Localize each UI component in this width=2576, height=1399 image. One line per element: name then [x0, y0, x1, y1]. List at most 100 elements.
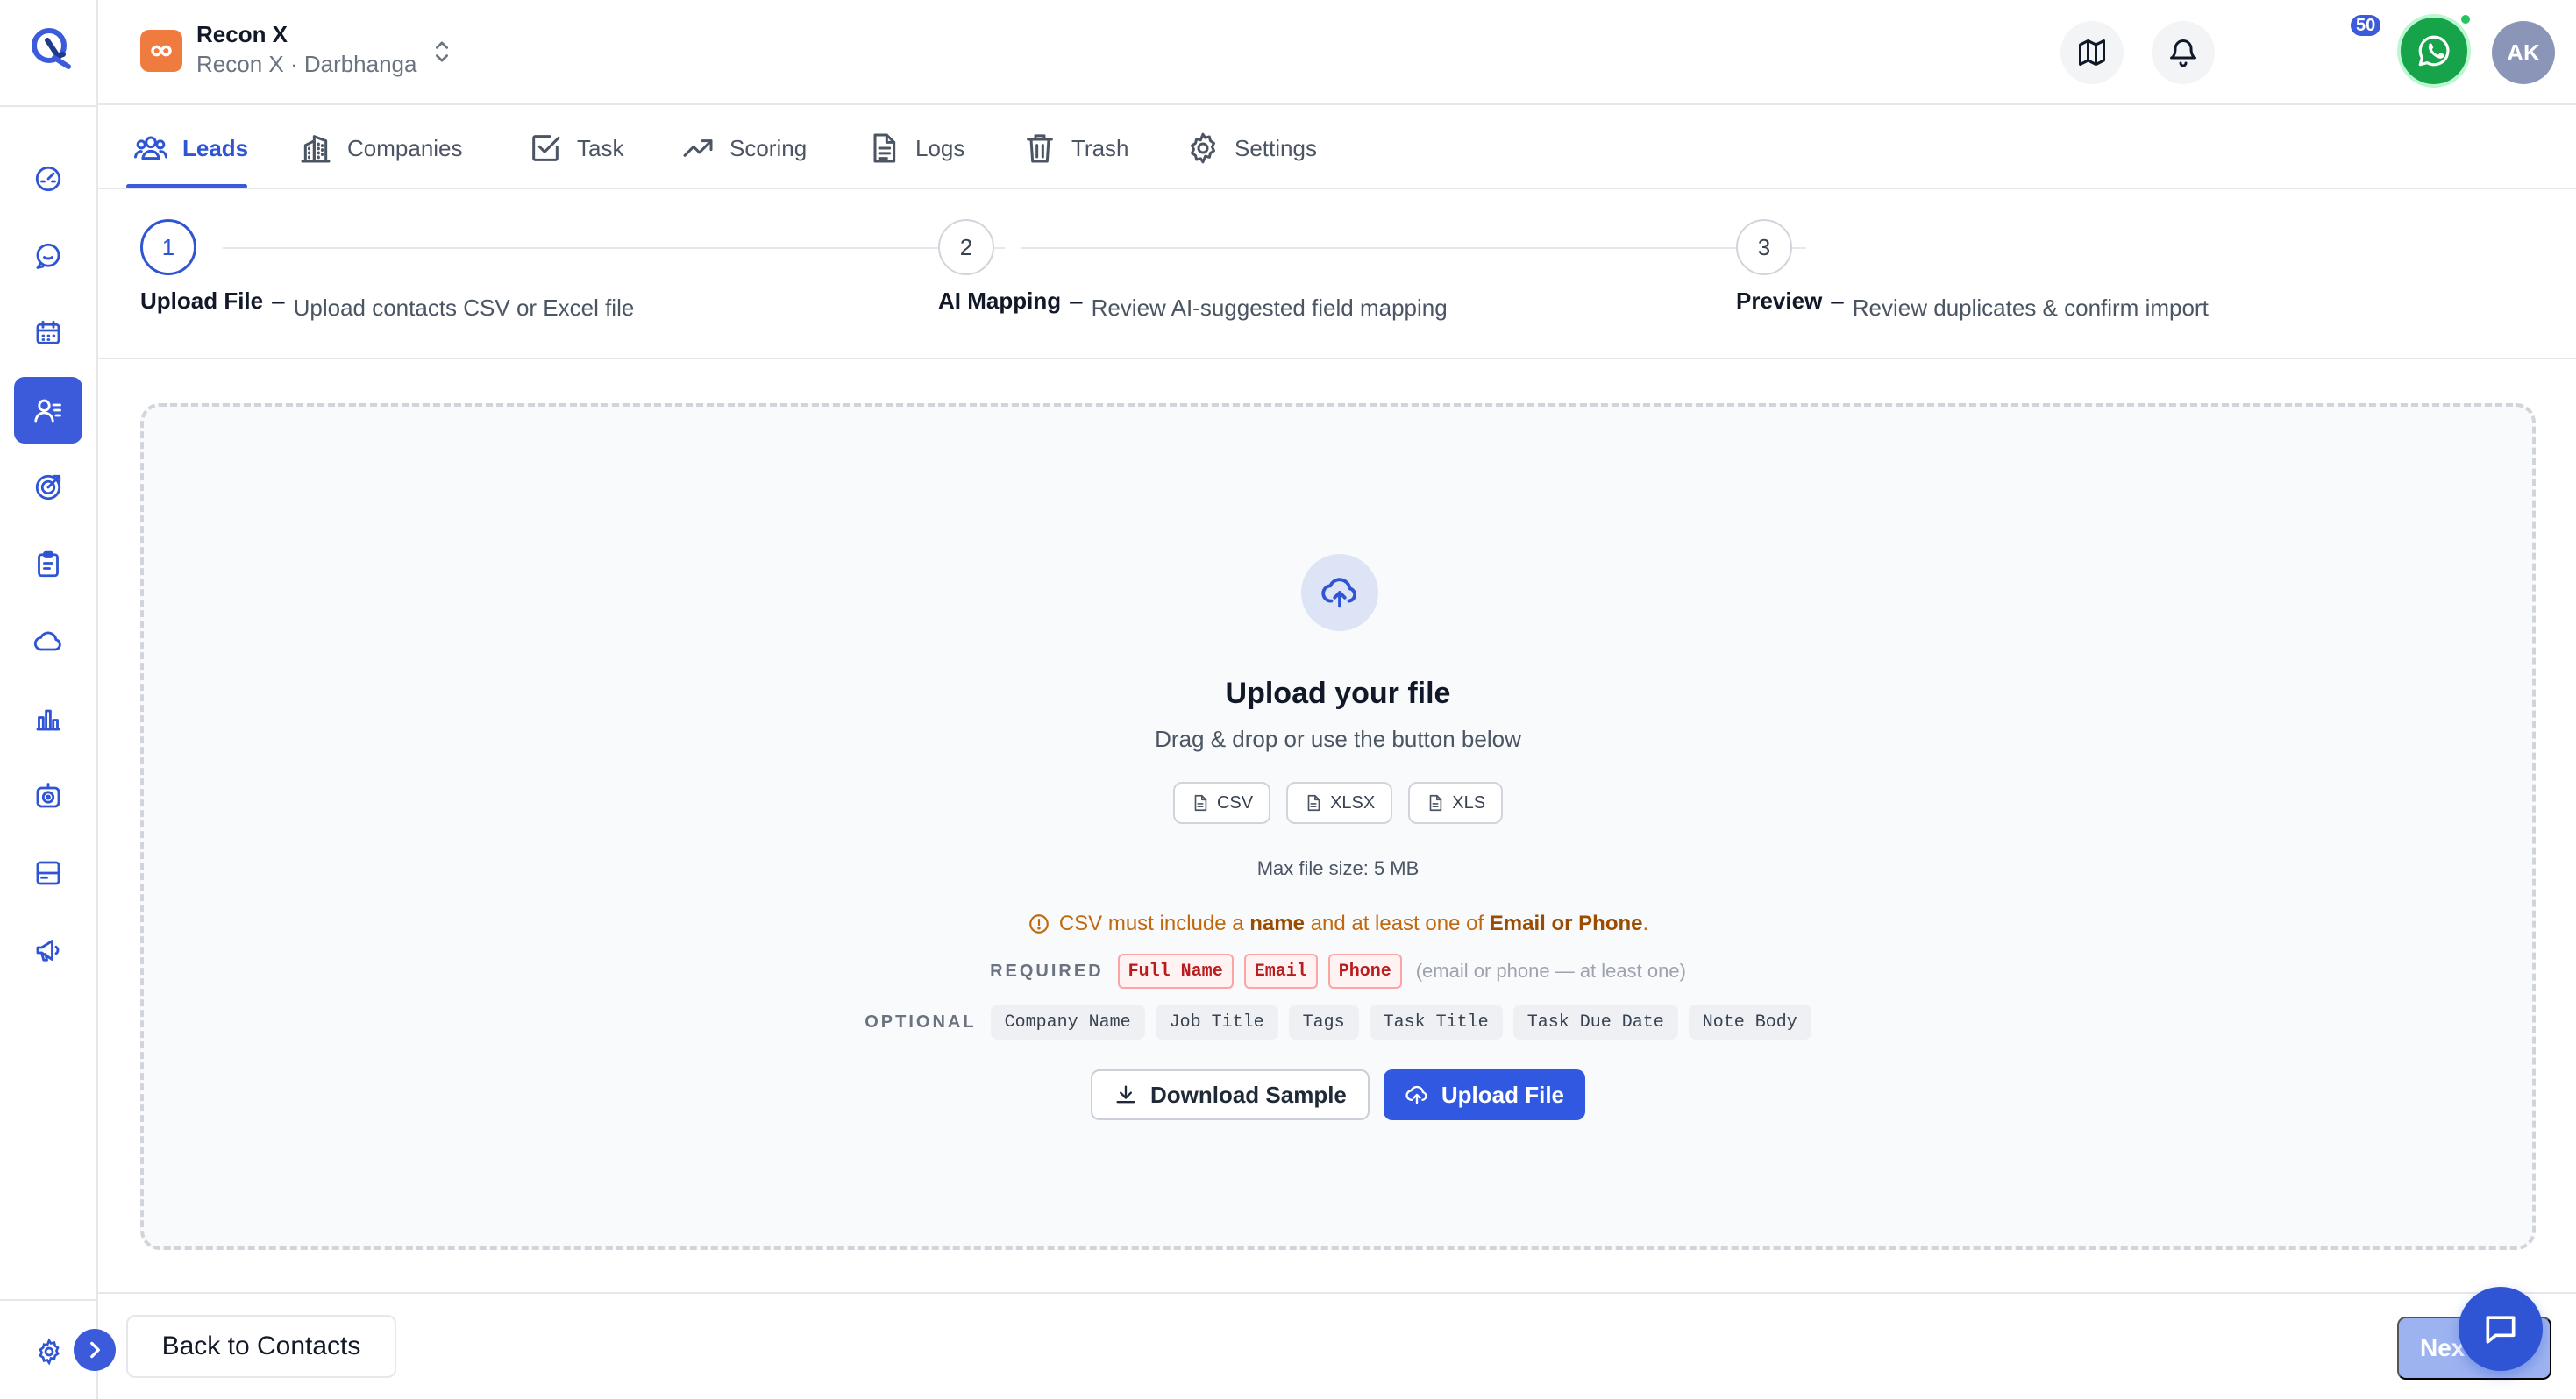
step-3-indicator: 3 [1736, 219, 1792, 275]
csv-requirement-warning: CSV must include a name and at least one… [144, 912, 2532, 936]
format-label: CSV [1216, 792, 1254, 813]
notification-count-badge: 50 [2348, 12, 2384, 39]
app-logo-icon[interactable] [28, 23, 72, 74]
step-separator: – [1831, 288, 1844, 314]
format-chip-xlsx: XLSX [1286, 782, 1393, 824]
upload-subtitle: Drag & drop or use the button below [1155, 726, 1521, 752]
rail-nav-clipboard[interactable] [14, 531, 82, 598]
step-description: Upload contacts CSV or Excel file [293, 295, 635, 321]
rail-nav-contacts[interactable] [14, 377, 82, 444]
cloud-icon [33, 631, 61, 651]
format-label: XLSX [1330, 792, 1376, 813]
upload-title: Upload your file [1225, 677, 1451, 710]
rail-nav-calendar[interactable] [14, 300, 82, 366]
download-sample-label: Download Sample [1149, 1081, 1347, 1108]
module-tabs: Leads Companies Task Scoring Logs Trash Settin… [98, 107, 2576, 189]
rail-nav-megaphone[interactable] [14, 917, 82, 984]
dashboard-icon [35, 166, 61, 192]
map-button[interactable] [2060, 21, 2124, 84]
optional-fields-row: OPTIONAL Company Name Job Title Tags Task T… [144, 1005, 2532, 1040]
contacts-icon [34, 399, 61, 423]
tab-checkbox[interactable]: Task [528, 107, 623, 189]
tab-building[interactable]: Companies [298, 107, 463, 189]
support-chat-button[interactable] [2459, 1287, 2543, 1371]
optional-field-chip: Task Title [1369, 1005, 1503, 1040]
back-to-contacts-button[interactable]: Back to Contacts [126, 1315, 396, 1378]
optional-field-chip: Company Name [990, 1005, 1145, 1040]
optional-field-chip: Job Title [1155, 1005, 1278, 1040]
warning-text: and at least one of [1304, 912, 1490, 935]
required-field-chip: Email [1243, 954, 1318, 989]
max-file-size: Max file size: 5 MB [1256, 857, 1420, 879]
upload-cloud-icon [1405, 1085, 1427, 1104]
file-dropzone[interactable]: Upload your file Drag & drop or use the … [140, 403, 2536, 1250]
footer-divider [98, 1292, 2576, 1294]
file-icon [1429, 794, 1442, 812]
tab-trash[interactable]: Trash [1022, 107, 1129, 189]
format-label: XLS [1452, 792, 1486, 813]
rail-nav-target[interactable] [14, 454, 82, 521]
format-chip-csv: CSV [1172, 782, 1271, 824]
tab-label: Scoring [729, 134, 808, 161]
rail-nav-chat[interactable] [14, 223, 82, 289]
optional-label: OPTIONAL [865, 1012, 977, 1032]
tab-document[interactable]: Logs [866, 107, 964, 189]
rail-nav-cloud[interactable] [14, 608, 82, 675]
upload-file-label: Upload File [1441, 1081, 1565, 1108]
tab-label: Companies [347, 134, 463, 161]
step-separator: – [272, 288, 285, 314]
tab-users[interactable]: Leads [133, 107, 248, 189]
tab-gear[interactable]: Settings [1185, 107, 1317, 189]
upload-cloud-icon [1301, 554, 1378, 631]
megaphone-icon [36, 940, 60, 962]
active-tab-underline [126, 184, 247, 188]
workspace-name: Recon X [196, 21, 288, 47]
target-icon [35, 474, 61, 501]
download-sample-button[interactable]: Download Sample [1090, 1069, 1370, 1120]
file-icon [1194, 794, 1207, 812]
required-field-chip: Phone [1327, 954, 1402, 989]
users-icon [134, 136, 167, 160]
whatsapp-button[interactable] [2397, 14, 2471, 88]
calendar-icon [36, 320, 60, 344]
rail-nav-camera[interactable] [14, 763, 82, 829]
step-3-label: Preview – Review duplicates & confirm impo… [1736, 288, 2209, 321]
rail-settings-gear-icon[interactable] [32, 1334, 67, 1369]
workspace-switcher-chevron-updown-icon[interactable] [430, 37, 454, 67]
file-icon [1307, 794, 1320, 812]
rail-nav-card[interactable] [14, 840, 82, 906]
step-description: Review AI-suggested field mapping [1091, 295, 1448, 321]
step-title: AI Mapping [938, 288, 1062, 314]
map-icon [2079, 39, 2105, 66]
user-avatar[interactable]: AK [2492, 21, 2555, 84]
document-icon [873, 133, 896, 163]
trash-icon [1027, 134, 1053, 163]
tab-label: Task [577, 134, 624, 161]
import-stepper: 1 Upload File – Upload contacts CSV or Exce… [98, 189, 2576, 359]
brand-logo-icon [140, 30, 182, 72]
top-bar: Recon X Recon X · Darbhanga [98, 0, 2576, 105]
gear-icon [1191, 132, 1215, 164]
online-status-dot [2459, 12, 2473, 26]
rail-nav-bar-chart[interactable] [14, 685, 82, 752]
bell-icon [2170, 39, 2196, 67]
download-icon [1116, 1085, 1135, 1104]
warning-text: . [1642, 912, 1649, 935]
left-rail [0, 0, 98, 1399]
required-label: REQUIRED [990, 961, 1104, 981]
notifications-button[interactable] [2152, 21, 2215, 84]
required-fields-row: REQUIRED Full Name Email Phone (email or ph… [144, 954, 2532, 989]
camera-icon [36, 783, 60, 808]
warning-name-emphasis: name [1249, 912, 1305, 935]
required-field-chip: Full Name [1117, 954, 1234, 989]
workspace-location: Recon X · Darbhanga [196, 51, 417, 77]
step-connector [223, 247, 1005, 249]
upload-file-button[interactable]: Upload File [1383, 1069, 1586, 1120]
chat-icon [36, 243, 60, 269]
step-1-indicator: 1 [140, 219, 196, 275]
expand-sidebar-chevron-right-icon[interactable] [74, 1329, 116, 1371]
tab-trending-up[interactable]: Scoring [680, 107, 807, 189]
rail-nav-dashboard[interactable] [14, 146, 82, 212]
tab-label: Leads [182, 134, 249, 161]
card-icon [36, 861, 60, 885]
